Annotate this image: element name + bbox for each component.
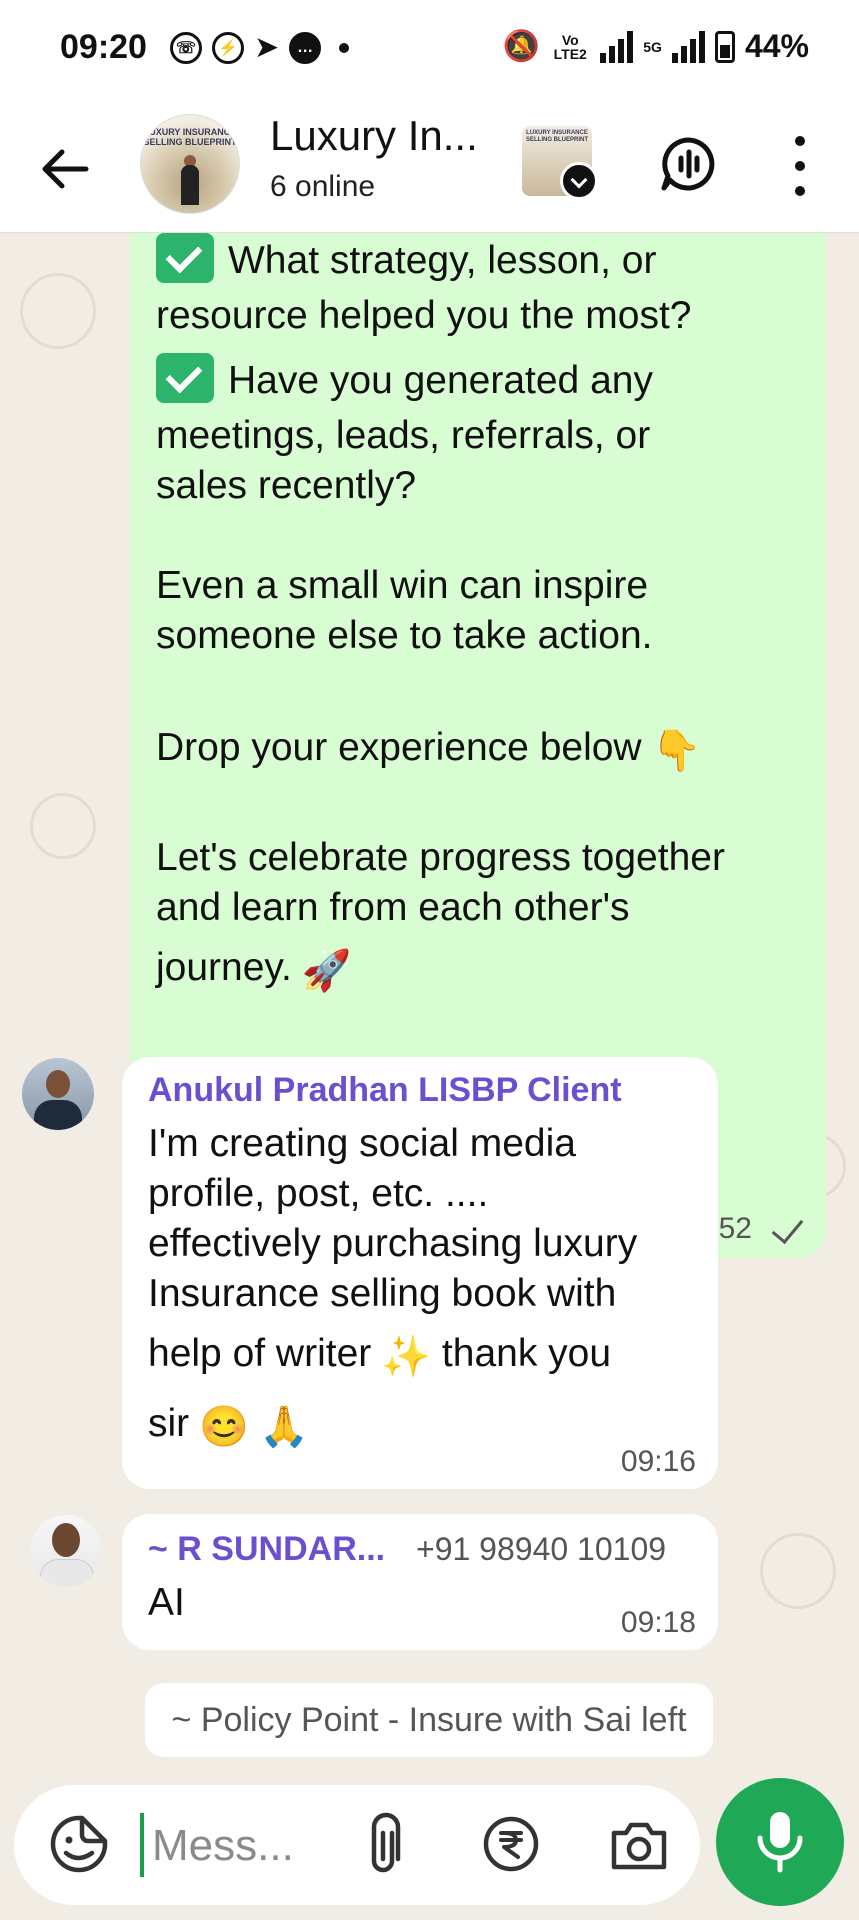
message-line: I'm creating social media — [148, 1122, 576, 1165]
sender-avatar[interactable] — [22, 1058, 94, 1130]
status-right: 🔕 Vo LTE2 5G 44% — [503, 28, 809, 65]
line-text: Have you generated any — [228, 359, 653, 402]
message-line: Even a small win can inspire — [156, 564, 649, 607]
group-title[interactable]: Luxury In... — [270, 112, 478, 160]
sender-name[interactable]: Anukul Pradhan LISBP Client — [148, 1071, 622, 1110]
text-caret — [140, 1813, 144, 1877]
message-line: effectively purchasing luxury — [148, 1222, 638, 1265]
rocket-emoji-icon: 🚀 — [301, 949, 352, 993]
status-bar: 09:20 ☏ ⚡ ➤ … 🔕 Vo LTE2 5G 44% — [0, 0, 859, 100]
smile-emoji-icon: 😊 — [199, 1405, 249, 1449]
message-line: Have you generated any — [156, 353, 653, 406]
message-time: 09:18 — [620, 1606, 696, 1639]
battery-percent: 44% — [744, 28, 809, 64]
message-time: 09:16 — [620, 1445, 696, 1478]
battery-icon — [714, 30, 735, 63]
sparkles-emoji-icon: ✨ — [381, 1335, 432, 1379]
microphone-button[interactable] — [716, 1778, 844, 1906]
line-text: Drop your experience below — [156, 726, 642, 769]
line-text: journey. — [156, 946, 292, 989]
message-line: Drop your experience below 👇 — [156, 723, 701, 776]
message-line: resource helped you the most? — [156, 294, 692, 337]
signal-5g-icon — [671, 30, 705, 63]
message-line: help of writer ✨ thank you — [148, 1329, 611, 1382]
message-line: sales recently? — [156, 464, 417, 507]
sent-tick-icon — [771, 1210, 804, 1245]
message-line: Let's celebrate progress together — [156, 836, 725, 879]
line-text: sir — [148, 1402, 190, 1445]
chat-header: LUXURY INSURANCE SELLING BLUEPRINT Luxur… — [0, 100, 859, 233]
avatar-figure-body — [181, 165, 199, 205]
check-mark-emoji-icon — [156, 233, 214, 283]
thumbnail-caption: LUXURY INSURANCE SELLING BLUEPRINT — [525, 130, 588, 143]
message-line: journey. 🚀 — [156, 943, 352, 996]
incoming-message-bubble-anukul[interactable]: Anukul Pradhan LISBP Client I'm creating… — [122, 1057, 718, 1489]
camera-icon[interactable] — [608, 1817, 670, 1873]
line-text: help of writer — [148, 1332, 372, 1375]
message-line: profile, post, etc. .... — [148, 1172, 489, 1215]
volte-label: Vo LTE2 — [553, 31, 587, 62]
rupee-payment-icon[interactable] — [482, 1815, 540, 1873]
more-options-icon[interactable] — [785, 136, 815, 196]
check-mark-emoji-icon — [156, 353, 214, 403]
group-avatar[interactable]: LUXURY INSURANCE SELLING BLUEPRINT — [140, 114, 240, 214]
online-count[interactable]: 6 online — [270, 170, 375, 204]
message-line: sir 😊 🙏 — [148, 1399, 309, 1452]
message-line: and learn from each other's — [156, 886, 630, 929]
line-text: What strategy, lesson, or — [228, 239, 657, 282]
message-composer — [14, 1785, 700, 1905]
message-line: Insurance selling book with — [148, 1272, 617, 1315]
whatsapp-icon: ☏ — [170, 31, 202, 64]
line-text: thank you — [441, 1332, 612, 1375]
message-line: someone else to take action. — [156, 614, 653, 657]
back-arrow-icon[interactable] — [36, 140, 94, 198]
doodle-decoration — [760, 1533, 836, 1609]
doodle-decoration — [20, 273, 96, 349]
avatar-caption: LUXURY INSURANCE SELLING BLUEPRINT — [143, 127, 237, 147]
notification-icons: ☏ ⚡ ➤ … — [170, 30, 350, 65]
microphone-icon — [757, 1812, 803, 1873]
sender-phone: +91 98940 10109 — [416, 1531, 667, 1567]
more-notifications-dot-icon — [339, 42, 350, 53]
incoming-message-text: AI — [148, 1581, 185, 1624]
voice-chat-icon[interactable] — [658, 134, 718, 194]
doodle-decoration — [30, 793, 96, 859]
status-time: 09:20 — [60, 28, 147, 66]
system-notice: ~ Policy Point - Insure with Sai left — [145, 1683, 713, 1757]
incoming-message-bubble-sundar[interactable]: ~ R SUNDAR... +91 98940 10109 AI 09:18 — [122, 1514, 718, 1650]
telegram-icon: ➤ — [254, 31, 280, 64]
sender-avatar[interactable] — [30, 1515, 102, 1587]
sticker-icon[interactable] — [48, 1813, 110, 1875]
mute-bell-icon: 🔕 — [502, 30, 541, 63]
folded-hands-emoji-icon: 🙏 — [258, 1405, 309, 1449]
chat-bubble-icon: … — [289, 31, 322, 64]
message-line: meetings, leads, referrals, or — [156, 414, 651, 457]
attachment-paperclip-icon[interactable] — [358, 1811, 408, 1879]
sender-name[interactable]: ~ R SUNDAR... — [148, 1530, 385, 1569]
chevron-down-icon[interactable] — [560, 162, 598, 200]
message-input[interactable] — [150, 1805, 324, 1887]
signal-icon — [600, 30, 634, 63]
messenger-icon: ⚡ — [212, 31, 244, 64]
message-line: What strategy, lesson, or — [156, 233, 656, 286]
pointing-down-emoji-icon: 👇 — [651, 729, 702, 773]
network-label: 5G — [643, 38, 662, 55]
